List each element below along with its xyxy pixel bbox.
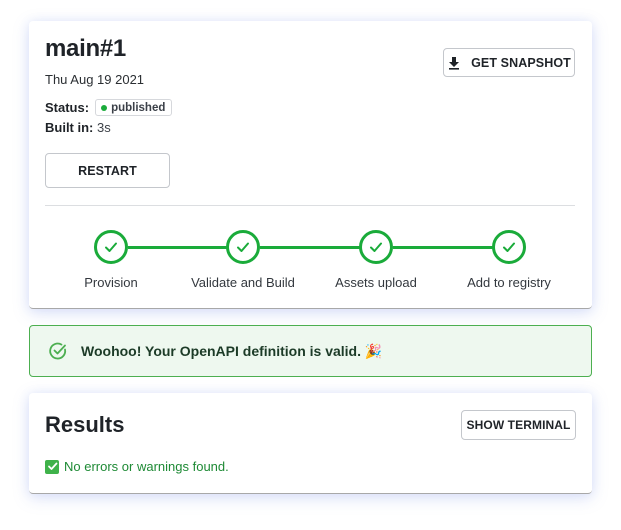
show-terminal-button[interactable]: SHOW TERMINAL bbox=[461, 410, 576, 440]
step-check-icon bbox=[359, 230, 393, 264]
built-in-value: 3s bbox=[97, 120, 111, 135]
step-label: Assets upload bbox=[335, 275, 417, 290]
status-value: published bbox=[111, 101, 166, 114]
restart-button[interactable]: RESTART bbox=[45, 153, 170, 188]
divider bbox=[45, 205, 575, 206]
build-card: main#1 Thu Aug 19 2021 Status: published… bbox=[29, 21, 592, 309]
built-in-row: Built in: 3s bbox=[45, 120, 111, 135]
get-snapshot-label: GET SNAPSHOT bbox=[471, 55, 571, 70]
results-message-text: No errors or warnings found. bbox=[64, 459, 229, 474]
step-check-icon bbox=[94, 230, 128, 264]
download-icon bbox=[449, 56, 460, 70]
success-alert: Woohoo! Your OpenAPI definition is valid… bbox=[29, 325, 592, 377]
status-label: Status: bbox=[45, 100, 90, 115]
step-provision: Provision bbox=[41, 230, 181, 290]
status-badge: published bbox=[95, 99, 173, 116]
check-box-icon bbox=[45, 459, 59, 474]
step-label: Add to registry bbox=[467, 275, 551, 290]
step-add-to-registry: Add to registry bbox=[439, 230, 579, 290]
step-assets-upload: Assets upload bbox=[306, 230, 446, 290]
step-check-icon bbox=[492, 230, 526, 264]
built-in-label: Built in: bbox=[45, 120, 94, 135]
check-circle-icon bbox=[49, 342, 67, 360]
alert-message: Woohoo! Your OpenAPI definition is valid… bbox=[81, 342, 383, 359]
results-message: No errors or warnings found. bbox=[45, 459, 229, 474]
step-label: Validate and Build bbox=[191, 275, 295, 290]
results-card: Results SHOW TERMINAL No errors or warni… bbox=[29, 393, 592, 494]
step-label: Provision bbox=[84, 275, 138, 290]
step-validate-build: Validate and Build bbox=[173, 230, 313, 290]
step-check-icon bbox=[226, 230, 260, 264]
results-title: Results bbox=[45, 412, 125, 437]
build-stepper: Provision Validate and Build Assets uplo… bbox=[29, 230, 592, 300]
get-snapshot-button[interactable]: GET SNAPSHOT bbox=[443, 48, 575, 77]
build-title: main#1 bbox=[45, 35, 126, 62]
build-date: Thu Aug 19 2021 bbox=[45, 72, 145, 87]
status-dot-icon bbox=[101, 104, 108, 111]
status-row: Status: published bbox=[45, 99, 173, 116]
